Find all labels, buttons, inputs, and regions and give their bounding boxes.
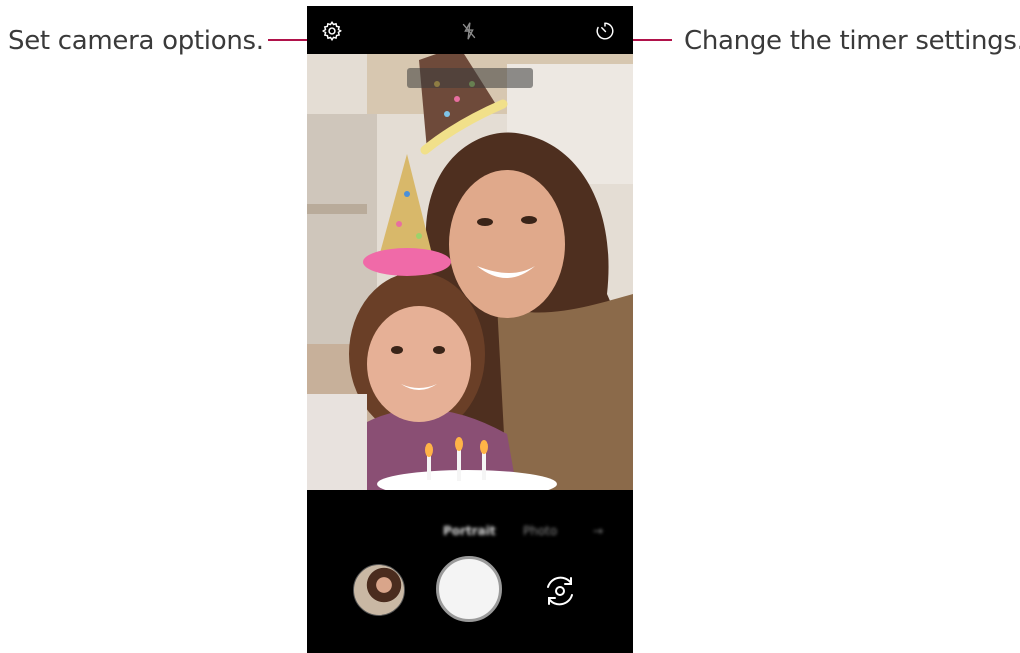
camera-screen: Portrait Photo → xyxy=(307,6,633,653)
camera-top-bar xyxy=(307,6,633,54)
gallery-thumbnail[interactable] xyxy=(353,564,405,616)
camera-preview[interactable] xyxy=(307,54,633,490)
callout-camera-options: Set camera options. xyxy=(8,26,264,56)
mode-photo[interactable]: Photo xyxy=(523,524,557,538)
mode-portrait[interactable]: Portrait xyxy=(443,524,496,538)
flash-off-icon[interactable] xyxy=(458,20,480,42)
callout-timer-settings: Change the timer settings. xyxy=(684,26,1020,56)
preview-photo xyxy=(307,54,633,490)
switch-camera-icon[interactable] xyxy=(539,570,581,612)
settings-icon[interactable] xyxy=(321,20,343,42)
mode-selector: Portrait Photo → xyxy=(307,524,633,544)
mode-hint-banner xyxy=(407,68,533,88)
shutter-button[interactable] xyxy=(436,556,502,622)
camera-controls: Portrait Photo → xyxy=(307,490,633,653)
mode-more[interactable]: → xyxy=(593,524,603,538)
timer-icon[interactable] xyxy=(594,20,616,42)
